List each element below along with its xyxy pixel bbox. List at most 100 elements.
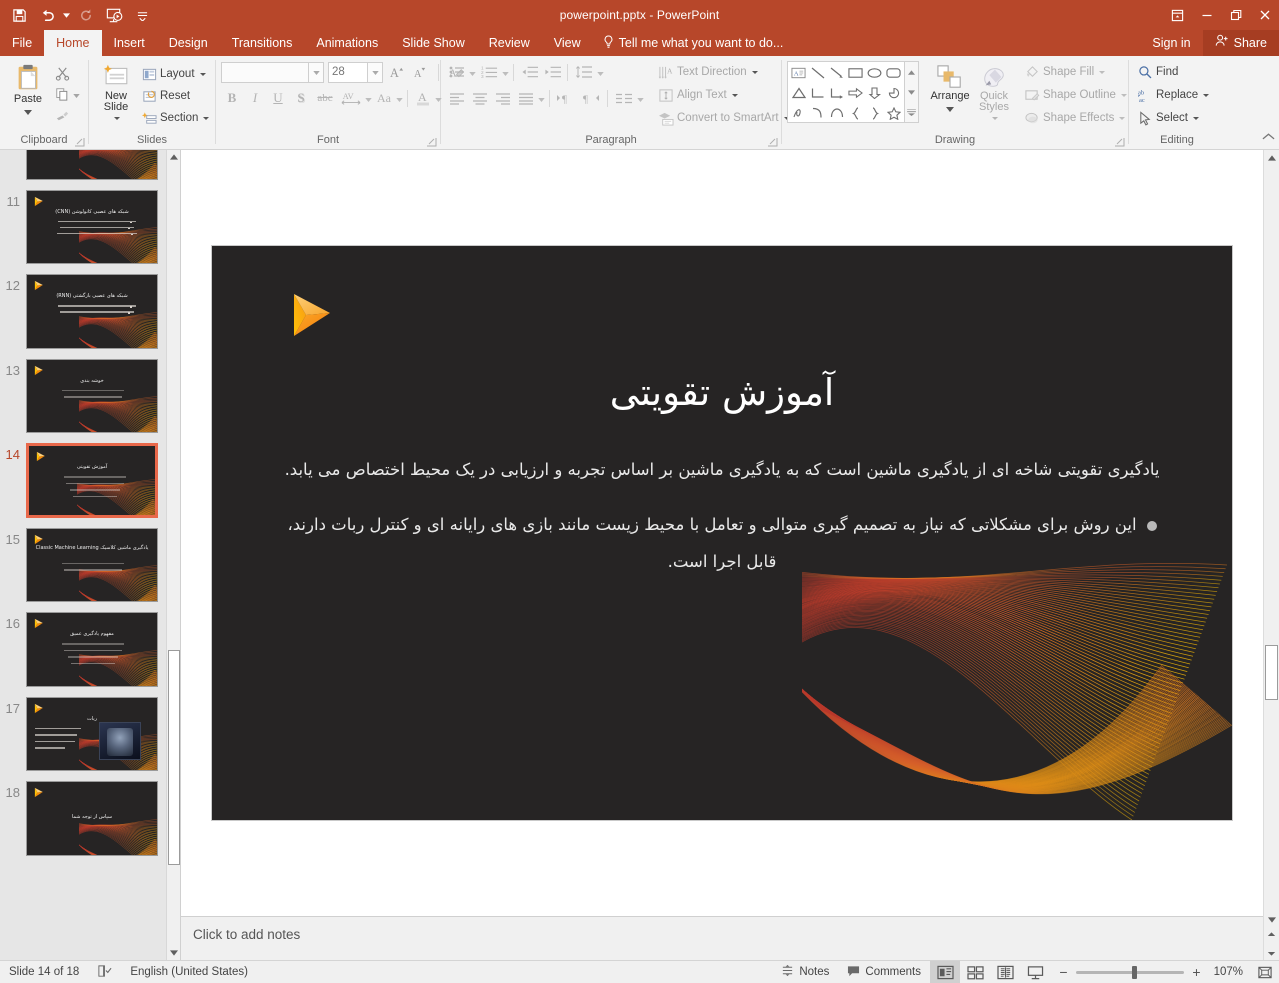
reset-button[interactable]: Reset	[138, 86, 213, 106]
columns-button[interactable]	[612, 88, 636, 108]
line-spacing-dropdown-icon[interactable]	[597, 63, 604, 81]
shape-effects-button[interactable]: Shape Effects	[1020, 108, 1131, 128]
slide-thumbnail-item[interactable]	[0, 150, 166, 185]
slide-scrollbar[interactable]	[1263, 150, 1279, 960]
paste-dropdown-icon[interactable]	[24, 106, 32, 118]
increase-indent-button[interactable]	[541, 62, 563, 82]
paragraph-dialog-launcher[interactable]	[767, 137, 778, 148]
shapes-gallery-scroll[interactable]	[905, 61, 919, 123]
undo-dropdown-icon[interactable]	[62, 3, 71, 27]
layout-button[interactable]: Layout	[138, 64, 213, 84]
pie-shape[interactable]	[884, 83, 903, 103]
slide-body[interactable]: یادگیری تقویتی شاخه ای از یادگیری ماشین …	[272, 451, 1172, 598]
sign-in-button[interactable]: Sign in	[1140, 30, 1202, 56]
character-spacing-button[interactable]: AV	[338, 88, 364, 108]
bullets-dropdown-icon[interactable]	[469, 63, 476, 81]
oval-shape[interactable]	[865, 63, 884, 83]
slide-thumbnail-item[interactable]: 13 خوشه بندی	[0, 354, 166, 439]
justify-button[interactable]	[515, 88, 537, 108]
arrange-button[interactable]: Arrange	[928, 61, 972, 118]
zoom-slider[interactable]	[1076, 965, 1184, 979]
comments-button[interactable]: Comments	[838, 961, 930, 983]
normal-view-button[interactable]	[930, 960, 960, 983]
zoom-level-label[interactable]: 107%	[1209, 966, 1243, 978]
increase-font-size-button[interactable]: A	[387, 63, 407, 83]
text-box-shape[interactable]: A	[789, 63, 808, 83]
slide-thumbnail-item[interactable]: 11 شبکه های عصبی کانولوشن (CNN)	[0, 185, 166, 270]
rectangle-shape[interactable]	[846, 63, 865, 83]
section-button[interactable]: Section	[138, 108, 213, 128]
font-name-dropdown-icon[interactable]	[309, 62, 324, 83]
line-shape[interactable]	[808, 63, 827, 83]
restore-button[interactable]	[1221, 0, 1250, 30]
slide-thumbnail-item[interactable]: 16 مفهوم یادگیری عمیق	[0, 607, 166, 692]
shapes-scroll-up-icon[interactable]	[905, 62, 918, 82]
tab-review[interactable]: Review	[477, 30, 542, 56]
thumbnail-scroll-up-icon[interactable]	[167, 150, 180, 164]
slide-thumbnail-preview[interactable]	[26, 150, 158, 180]
slide-scroll-thumb[interactable]	[1265, 645, 1278, 700]
current-slide[interactable]: آموزش تقویتی یادگیری تقویتی شاخه ای از ی…	[212, 246, 1232, 820]
slide-stage[interactable]: آموزش تقویتی یادگیری تقویتی شاخه ای از ی…	[181, 150, 1263, 916]
decrease-indent-button[interactable]	[518, 62, 540, 82]
font-color-button[interactable]: A	[412, 88, 434, 108]
tab-insert[interactable]: Insert	[102, 30, 157, 56]
shape-outline-button[interactable]: Shape Outline	[1020, 85, 1131, 105]
shapes-scroll-down-icon[interactable]	[905, 82, 918, 102]
slide-thumbnail-preview[interactable]: شبکه های عصبی بازگشتی (RNN)	[26, 274, 158, 349]
curve-shape[interactable]	[808, 103, 827, 123]
slide-counter[interactable]: Slide 14 of 18	[0, 961, 88, 983]
save-icon[interactable]	[6, 3, 32, 27]
slide-thumbnail-preview[interactable]: سپاس از توجه شما	[26, 781, 158, 856]
tab-animations[interactable]: Animations	[304, 30, 390, 56]
change-case-button[interactable]: Aa	[373, 88, 395, 108]
align-text-button[interactable]: Align Text	[654, 85, 794, 105]
shapes-more-icon[interactable]	[905, 102, 918, 122]
spellcheck-button[interactable]	[88, 961, 121, 983]
slide-thumbnail-preview[interactable]: مفهوم یادگیری عمیق	[26, 612, 158, 687]
tab-slide-show[interactable]: Slide Show	[390, 30, 477, 56]
slide-sorter-view-button[interactable]	[960, 961, 990, 983]
tab-file[interactable]: File	[0, 30, 44, 56]
copy-button[interactable]	[51, 84, 73, 104]
slide-thumbnail-list[interactable]: 11 شبکه های عصبی کانولوشن (CNN) 12 شبکه ه…	[0, 150, 166, 960]
left-to-right-button[interactable]: ¶	[554, 88, 578, 108]
find-button[interactable]: Find	[1134, 62, 1213, 82]
scroll-down-icon[interactable]	[1264, 912, 1279, 928]
justify-dropdown-icon[interactable]	[538, 89, 545, 107]
format-painter-button[interactable]	[51, 105, 73, 125]
underline-button[interactable]: U	[267, 88, 289, 108]
character-spacing-dropdown-icon[interactable]	[365, 89, 372, 107]
font-dialog-launcher[interactable]	[426, 137, 437, 148]
paste-button[interactable]: Paste	[5, 60, 51, 121]
notes-pane[interactable]: Click to add notes	[181, 916, 1263, 960]
bullets-button[interactable]	[446, 62, 468, 82]
columns-dropdown-icon[interactable]	[637, 89, 644, 107]
new-slide-button[interactable]: New Slide	[94, 60, 138, 128]
customize-qat-icon[interactable]	[129, 3, 155, 27]
convert-to-smartart-button[interactable]: Convert to SmartArt	[654, 108, 794, 128]
select-button[interactable]: Select	[1134, 108, 1213, 128]
slide-thumbnail-item[interactable]: 17 ربات	[0, 692, 166, 777]
share-button[interactable]: Share	[1202, 30, 1279, 56]
tab-home[interactable]: Home	[44, 30, 102, 56]
font-size-dropdown-icon[interactable]	[368, 62, 383, 83]
strikethrough-button[interactable]: abc	[313, 88, 337, 108]
arrange-dropdown-icon[interactable]	[946, 103, 954, 115]
ribbon-display-options-icon[interactable]	[1163, 0, 1192, 30]
zoom-out-button[interactable]: −	[1058, 964, 1069, 980]
slide-thumbnail-preview[interactable]: شبکه های عصبی کانولوشن (CNN)	[26, 189, 158, 264]
right-arrow-shape[interactable]	[846, 83, 865, 103]
copy-dropdown-icon[interactable]	[73, 85, 80, 103]
text-shadow-button[interactable]: S	[290, 88, 312, 108]
scribble-shape[interactable]	[789, 103, 808, 123]
align-right-button[interactable]	[492, 88, 514, 108]
replace-button[interactable]: ab ac Replace	[1134, 85, 1213, 105]
thumbnail-scroll-down-icon[interactable]	[167, 946, 180, 960]
change-case-dropdown-icon[interactable]	[396, 89, 403, 107]
align-left-button[interactable]	[446, 88, 468, 108]
notes-button[interactable]: Notes	[772, 961, 838, 983]
start-presentation-icon[interactable]	[101, 3, 127, 27]
slide-show-view-button[interactable]	[1020, 961, 1050, 983]
align-center-button[interactable]	[469, 88, 491, 108]
